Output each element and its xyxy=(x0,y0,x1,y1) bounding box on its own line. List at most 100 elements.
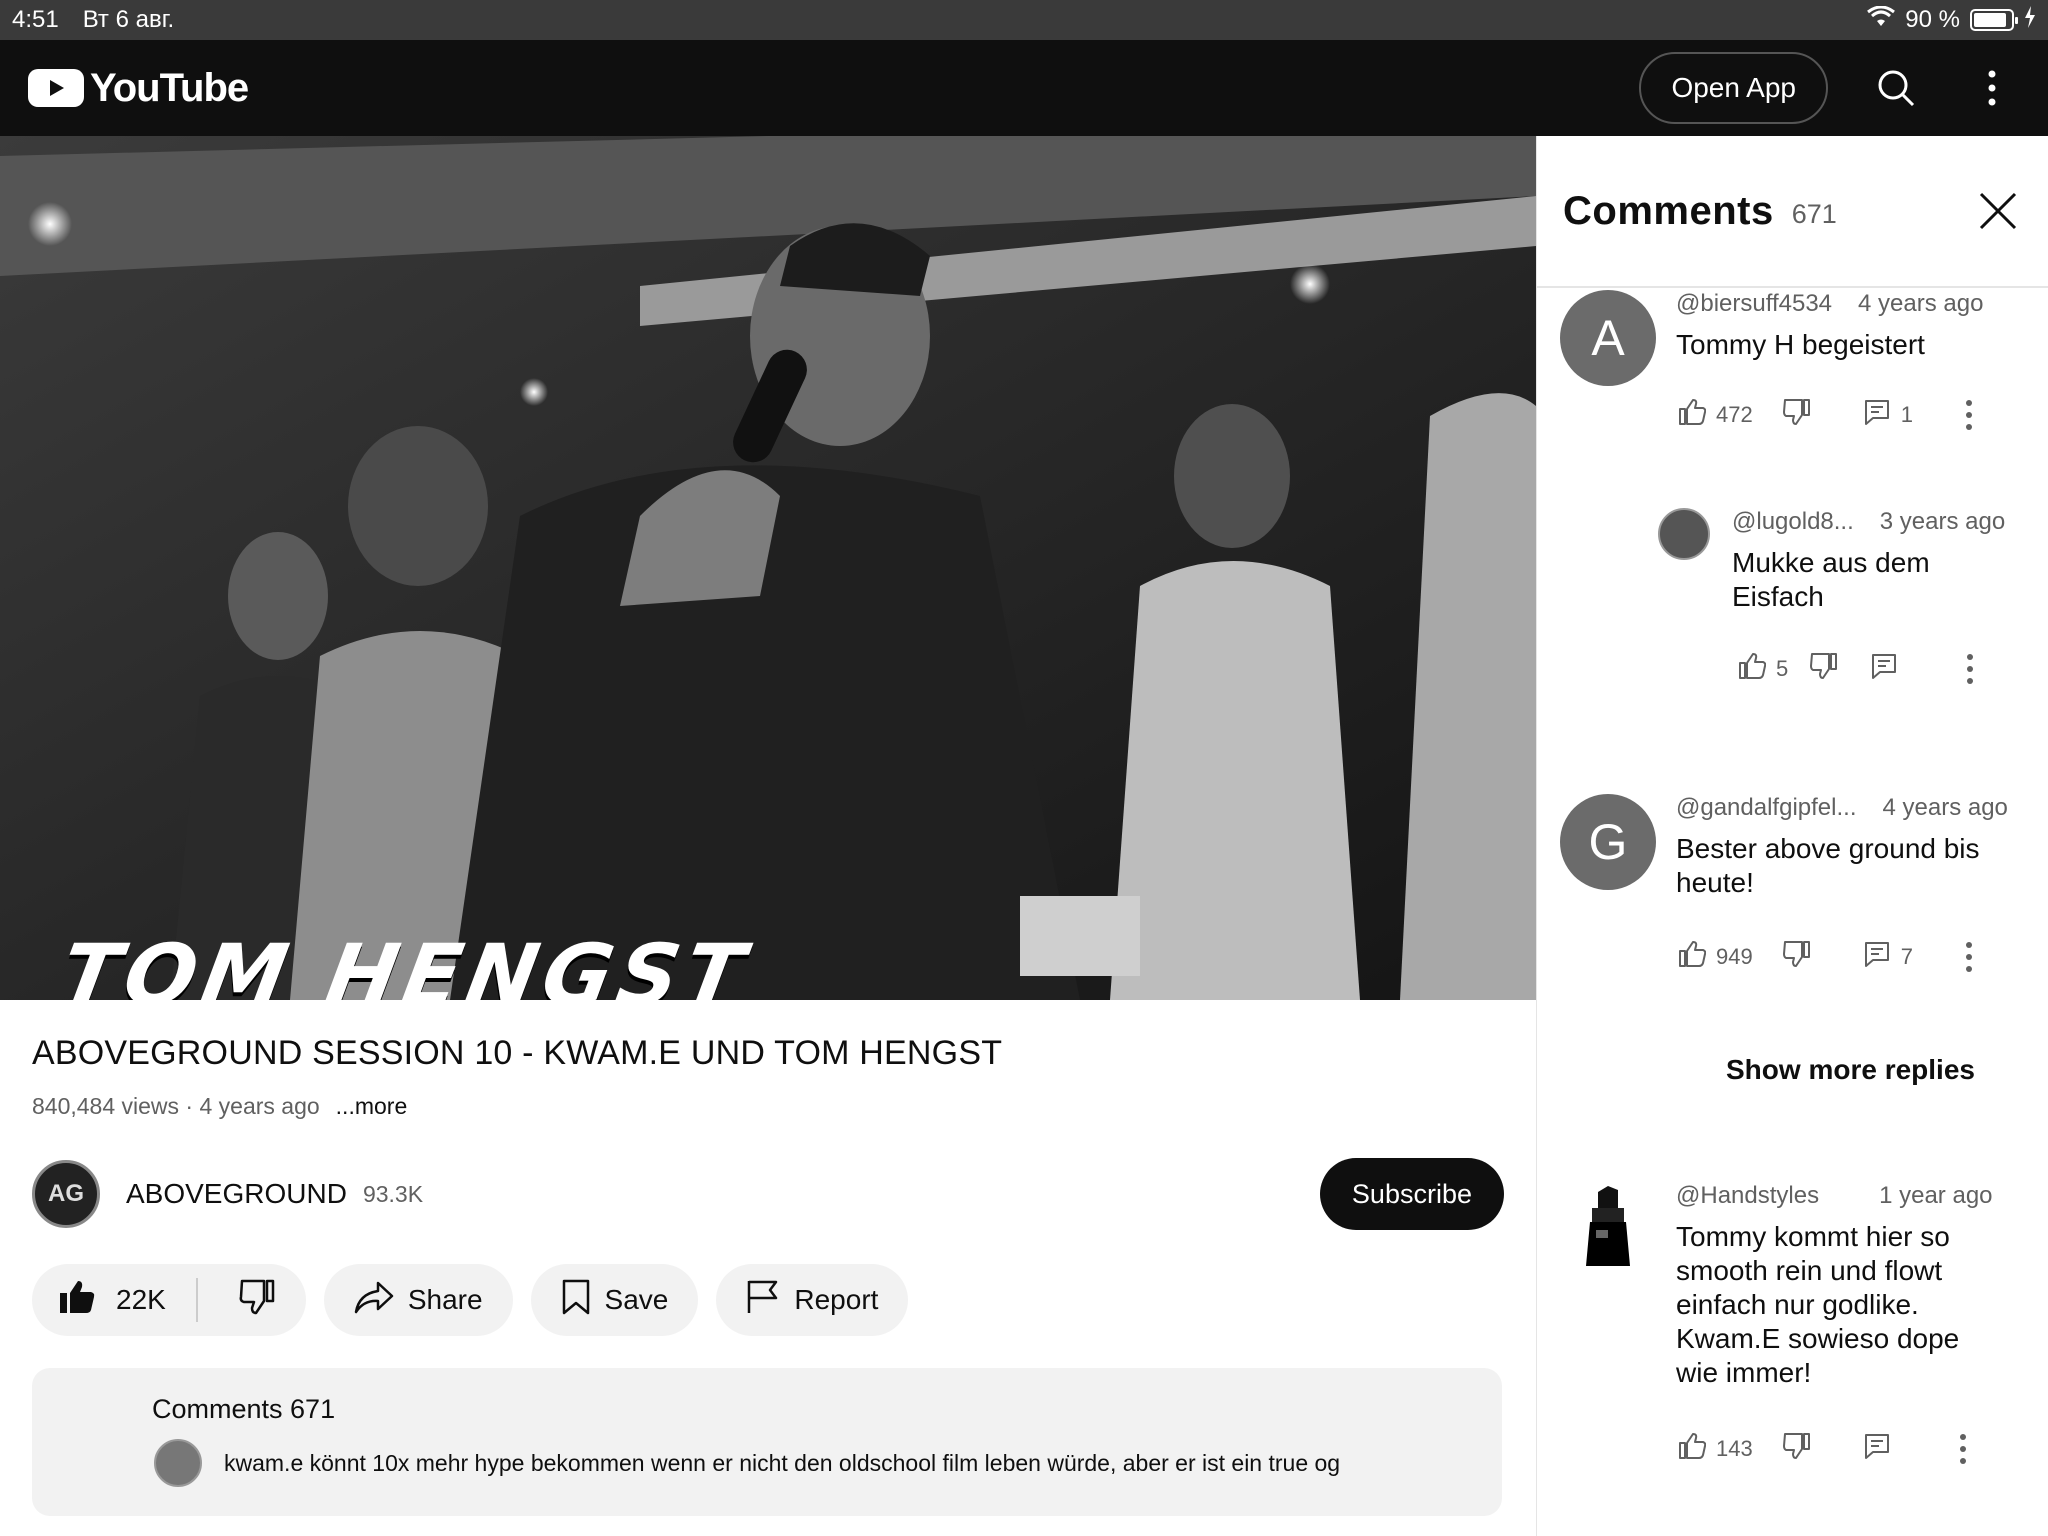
battery-percent: 90 % xyxy=(1905,6,1960,33)
reply-like-button[interactable]: 5 xyxy=(1738,652,1788,686)
reply-dislike-button[interactable] xyxy=(1810,652,1838,686)
report-label: Report xyxy=(794,1284,879,1315)
comment-author[interactable]: @biersuff4534 xyxy=(1676,290,1832,318)
comment-dislike-button[interactable] xyxy=(1782,1432,1811,1466)
avatar[interactable]: G xyxy=(1560,794,1656,890)
save-button[interactable]: Save xyxy=(530,1264,699,1336)
comments-preview-title: Comments 671 xyxy=(152,1394,336,1424)
comment-reply-button[interactable] xyxy=(1863,1432,1891,1466)
avatar[interactable] xyxy=(1560,1182,1656,1278)
comments-panel-title: Comments xyxy=(1563,188,1774,233)
comment-more-icon[interactable] xyxy=(1959,1434,1967,1464)
thumbs-down-icon xyxy=(1810,652,1838,686)
reply-body: @lugold8... 3 years ago Mukke aus dem Ei… xyxy=(1732,508,2005,614)
video-frame xyxy=(0,136,1536,1000)
reply-time: 4 years ago xyxy=(1882,794,2008,821)
reply-author[interactable]: @lugold8... xyxy=(1732,508,1854,536)
flag-icon xyxy=(746,1279,780,1322)
close-icon[interactable] xyxy=(1972,185,2024,237)
action-row: 22K Share Save Report xyxy=(32,1264,909,1336)
channel-avatar[interactable]: AG xyxy=(32,1160,100,1228)
reply-icon xyxy=(1863,940,1891,974)
comment-text: Tommy H begeistert xyxy=(1676,329,1925,360)
video-title: ABOVEGROUND SESSION 10 - KWAM.E UND TOM … xyxy=(32,1034,1003,1072)
reply-item: @lugold8... 3 years ago Mukke aus dem Ei… xyxy=(1658,508,2005,614)
reply-icon xyxy=(1863,398,1891,432)
battery-fill xyxy=(1974,13,2007,27)
status-right: 90 % xyxy=(1867,5,2036,35)
thumbs-up-icon xyxy=(58,1279,96,1322)
reply-more-icon[interactable] xyxy=(1965,942,1973,972)
view-count: 840,484 views · 4 years ago xyxy=(32,1093,320,1119)
battery-icon xyxy=(1970,9,2018,31)
comments-panel-header: Comments 671 xyxy=(1537,136,2048,288)
avatar[interactable]: A xyxy=(1560,290,1656,386)
comment-reply-button[interactable]: 1 xyxy=(1863,398,1913,432)
comment-more-icon[interactable] xyxy=(1965,400,1973,430)
reply-author[interactable]: @gandalfgipfel... xyxy=(1676,794,1856,822)
report-button[interactable]: Report xyxy=(716,1264,909,1336)
share-button[interactable]: Share xyxy=(323,1264,513,1336)
comment-actions: 472 1 xyxy=(1678,398,1973,432)
like-button[interactable]: 22K xyxy=(32,1278,198,1322)
open-app-button[interactable]: Open App xyxy=(1639,52,1828,124)
more-link[interactable]: ...more xyxy=(336,1093,408,1120)
video-overlay-title: TOM HENGST xyxy=(53,926,757,1000)
save-label: Save xyxy=(604,1284,669,1315)
reply-like-button[interactable]: 949 xyxy=(1678,940,1753,974)
video-sub-info: 840,484 views · 4 years ago ...more xyxy=(32,1093,1512,1120)
channel-row: AG ABOVEGROUND 93.3K Subscribe xyxy=(32,1156,1504,1232)
reply-text: Bester above ground bis heute! xyxy=(1676,833,1980,898)
reply-header: @lugold8... 3 years ago xyxy=(1732,508,2005,536)
comment-like-count: 472 xyxy=(1716,402,1753,427)
comment-time: 4 years ago xyxy=(1858,290,1984,317)
comment-like-button[interactable]: 472 xyxy=(1678,398,1753,432)
reply-actions: 949 7 xyxy=(1678,940,1973,974)
reply-body: @gandalfgipfel... 4 years ago Bester abo… xyxy=(1676,794,2008,900)
share-icon xyxy=(354,1280,394,1321)
status-bar: 4:51 Вт 6 авг. 90 % xyxy=(0,0,2048,40)
thumbs-down-icon xyxy=(1782,1432,1811,1466)
reply-text: Mukke aus dem Eisfach xyxy=(1732,547,1930,612)
reply-like-count: 949 xyxy=(1716,944,1753,969)
comment-like-button[interactable]: 143 xyxy=(1678,1432,1753,1466)
thumbs-up-icon xyxy=(1678,398,1707,432)
comment-item: A @biersuff4534 4 years ago Tommy H bege… xyxy=(1560,290,1983,386)
comments-preview-text: kwam.e könnt 10x mehr hype bekommen wenn… xyxy=(224,1449,1341,1476)
thumbs-up-icon xyxy=(1678,1432,1707,1466)
search-icon[interactable] xyxy=(1868,60,1924,116)
reply-item: G @gandalfgipfel... 4 years ago Bester a… xyxy=(1560,794,2008,900)
reply-header: @gandalfgipfel... 4 years ago xyxy=(1676,794,2008,822)
thumbs-down-icon xyxy=(1782,398,1811,432)
comment-header: @biersuff4534 4 years ago xyxy=(1676,290,1983,318)
status-time: 4:51 xyxy=(12,6,59,33)
channel-name[interactable]: ABOVEGROUND xyxy=(126,1178,347,1210)
subscribe-button[interactable]: Subscribe xyxy=(1319,1158,1504,1230)
thumbs-down-icon xyxy=(238,1279,276,1322)
reply-reply-button[interactable] xyxy=(1870,652,1898,686)
show-more-replies-button[interactable]: Show more replies xyxy=(1726,1054,1975,1086)
like-dislike-pill: 22K xyxy=(32,1264,306,1336)
comment-body: @biersuff4534 4 years ago Tommy H begeis… xyxy=(1676,290,1983,386)
youtube-logo[interactable]: YouTube xyxy=(28,65,249,111)
video-player[interactable]: TOM HENGST xyxy=(0,136,1536,1000)
reply-more-icon[interactable] xyxy=(1966,654,1974,684)
comment-author[interactable]: @Handstyles xyxy=(1676,1182,1819,1210)
reply-icon xyxy=(1870,652,1898,686)
reply-like-count: 5 xyxy=(1776,656,1789,681)
subscriber-count: 93.3K xyxy=(362,1180,424,1207)
comment-dislike-button[interactable] xyxy=(1782,398,1811,432)
more-vert-icon[interactable] xyxy=(1964,60,2020,116)
reply-reply-button[interactable]: 7 xyxy=(1863,940,1913,974)
comments-preview-row: kwam.e könnt 10x mehr hype bekommen wenn… xyxy=(154,1439,1502,1487)
reply-dislike-button[interactable] xyxy=(1782,940,1811,974)
share-label: Share xyxy=(407,1284,483,1315)
avatar[interactable] xyxy=(1658,508,1710,560)
comments-preview[interactable]: Comments 671 kwam.e könnt 10x mehr hype … xyxy=(32,1368,1502,1516)
bookmark-icon xyxy=(561,1279,591,1322)
reply-reply-count: 7 xyxy=(1900,944,1913,969)
dislike-button[interactable] xyxy=(212,1279,306,1322)
brand-name: YouTube xyxy=(90,65,249,110)
comment-body: @Handstyles 1 year ago Tommy kommt hier … xyxy=(1676,1182,1993,1390)
thumbs-up-icon xyxy=(1738,652,1767,686)
